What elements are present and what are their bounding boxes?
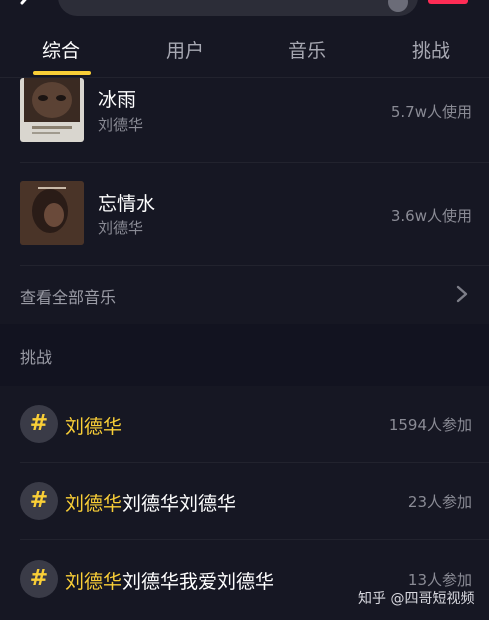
- challenge-keyword: 刘德华: [65, 571, 123, 593]
- see-all-music-link[interactable]: 查看全部音乐: [0, 266, 489, 324]
- challenge-name: 刘德华刘德华我爱刘德华: [65, 567, 274, 594]
- search-submit-button[interactable]: [428, 0, 468, 4]
- song-artist: 刘德华: [98, 219, 144, 237]
- challenge-keyword: 刘德华: [65, 416, 123, 438]
- watermark: 知乎 @四哥短视频: [358, 591, 475, 607]
- participant-count: 1594人参加: [388, 416, 472, 434]
- see-all-music-label: 查看全部音乐: [20, 288, 117, 307]
- challenge-name-rest: 刘德华我爱刘德华: [122, 571, 275, 593]
- back-arrow-icon[interactable]: [14, 0, 38, 12]
- active-tab-indicator: [33, 71, 91, 75]
- challenge-keyword: 刘德华: [65, 493, 123, 515]
- album-cover-image: [20, 181, 84, 245]
- challenge-list-item[interactable]: # 刘德华刘德华刘德华 23人参加: [0, 463, 489, 541]
- challenge-name-rest: 刘德华刘德华: [122, 493, 237, 515]
- tab-challenges[interactable]: 挑战: [386, 36, 476, 63]
- participant-count: 13人参加: [407, 571, 472, 589]
- challenge-name: 刘德华: [65, 412, 122, 439]
- challenge-list-item[interactable]: # 刘德华 1594人参加: [0, 386, 489, 464]
- hashtag-icon: #: [20, 405, 58, 443]
- song-title: 忘情水: [98, 193, 156, 215]
- tab-users[interactable]: 用户: [140, 36, 230, 63]
- chevron-right-icon: [456, 285, 468, 303]
- song-artist: 刘德华: [98, 116, 144, 134]
- hashtag-icon: #: [20, 560, 58, 598]
- usage-count: 3.6w人使用: [390, 207, 472, 225]
- search-results-page: 综合 用户 音乐 挑战 冰雨 刘德华 5.7w人使用 忘情水 刘德华 3.6w人…: [0, 0, 489, 620]
- search-header: [0, 0, 489, 22]
- challenge-section-header: 挑战: [0, 324, 489, 386]
- hashtag-icon: #: [20, 482, 58, 520]
- music-list-item[interactable]: 冰雨 刘德华 5.7w人使用: [0, 76, 489, 176]
- album-cover-image: [20, 78, 84, 142]
- result-tabs: 综合 用户 音乐 挑战: [0, 22, 489, 78]
- search-input[interactable]: [58, 0, 418, 16]
- music-list-item[interactable]: 忘情水 刘德华 3.6w人使用: [0, 163, 489, 263]
- challenge-name: 刘德华刘德华刘德华: [65, 489, 236, 516]
- tab-comprehensive[interactable]: 综合: [16, 36, 106, 63]
- song-title: 冰雨: [98, 89, 137, 111]
- participant-count: 23人参加: [407, 493, 472, 511]
- tab-music[interactable]: 音乐: [262, 36, 352, 63]
- usage-count: 5.7w人使用: [390, 103, 472, 121]
- section-title: 挑战: [20, 348, 53, 367]
